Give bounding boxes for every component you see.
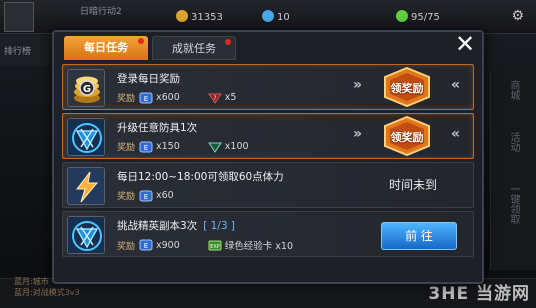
reward-amount: x150 bbox=[156, 141, 180, 152]
svg-text:EXP: EXP bbox=[210, 244, 220, 250]
stamina-value: 95/75 bbox=[411, 12, 440, 23]
svg-text:G: G bbox=[83, 84, 91, 95]
task-title: 升级任意防具1次 bbox=[117, 122, 198, 134]
reward-label: 奖励 bbox=[117, 241, 136, 252]
blue-emblem-icon bbox=[67, 118, 105, 156]
tab-daily-tasks[interactable]: 每日任务 bbox=[64, 36, 148, 60]
time-not-reached-status: 时间未到 bbox=[388, 178, 437, 192]
notification-dot bbox=[138, 38, 144, 44]
chevron-right-icon: » bbox=[353, 77, 363, 93]
claim-reward-button[interactable]: 领奖励 bbox=[381, 115, 433, 157]
diamond-counter: 10 bbox=[262, 10, 290, 23]
svg-text:E: E bbox=[144, 242, 148, 250]
exp-badge-icon: E bbox=[139, 141, 153, 152]
claim-label: 领奖励 bbox=[390, 82, 424, 95]
game-screen: 日暗行动2 31353 10 95/75 ⚙ 排行榜 商城 活动 一键领取 蓝月… bbox=[0, 0, 536, 308]
reward-amount: x600 bbox=[156, 92, 180, 103]
close-icon[interactable]: ✕ bbox=[452, 32, 478, 58]
svg-text:E: E bbox=[144, 95, 148, 103]
reward-label: 奖励 bbox=[117, 143, 136, 153]
chevron-left-icon: « bbox=[451, 126, 461, 142]
reward-amount: x5 bbox=[224, 92, 237, 103]
task-row: 升级任意防具1次 奖励 E x150 x100 » 领奖励 « bbox=[62, 113, 474, 159]
player-name: 日暗行动2 bbox=[80, 7, 122, 17]
task-rewards: 奖励 E x150 x100 bbox=[117, 140, 249, 153]
side-menu: 商城 活动 一键领取 bbox=[490, 70, 536, 270]
task-row: G 登录每日奖励 奖励 E x600 ? x5 » 领奖励 « bbox=[62, 64, 474, 110]
tab-achievement-label: 成就任务 bbox=[172, 42, 216, 55]
stamina-icon bbox=[396, 10, 408, 22]
settings-icon[interactable]: ⚙ bbox=[511, 8, 530, 24]
side-menu-events[interactable]: 活动 bbox=[506, 132, 521, 174]
leaderboard-button[interactable]: 排行榜 bbox=[0, 36, 52, 66]
task-rewards: 奖励 E x600 ? x5 bbox=[117, 91, 236, 104]
task-title: 每日12:00~18:00可领取60点体力 bbox=[117, 171, 284, 183]
task-row: 每日12:00~18:00可领取60点体力 奖励 E x60 时间未到 bbox=[62, 162, 474, 208]
task-rewards: 奖励 E x900 EXP 绿色经验卡 x10 bbox=[117, 238, 293, 252]
notification-dot bbox=[225, 39, 231, 45]
task-title: 挑战精英副本3次 [ 1/3 ] bbox=[117, 218, 235, 233]
stamina-counter: 95/75 bbox=[396, 10, 440, 23]
gold-counter: 31353 bbox=[176, 10, 223, 23]
task-list: G 登录每日奖励 奖励 E x600 ? x5 » 领奖励 « 升级任意防具1次… bbox=[62, 64, 474, 260]
go-button[interactable]: 前 往 bbox=[381, 222, 457, 250]
diamond-value: 10 bbox=[277, 12, 290, 23]
top-hud: 日暗行动2 31353 10 95/75 ⚙ bbox=[0, 0, 536, 34]
claim-reward-button[interactable]: 领奖励 bbox=[381, 66, 433, 108]
svg-text:?: ? bbox=[213, 95, 216, 102]
gold-value: 31353 bbox=[191, 12, 223, 23]
reward-amount: x900 bbox=[156, 239, 180, 251]
task-rewards: 奖励 E x60 bbox=[117, 189, 174, 202]
leaderboard-label: 排行榜 bbox=[4, 47, 32, 57]
tab-achievement-tasks[interactable]: 成就任务 bbox=[152, 36, 236, 60]
task-row: 挑战精英副本3次[ 1/3 ] 奖励 E x900 EXP 绿色经验卡 x10 … bbox=[62, 211, 474, 257]
task-title: 登录每日奖励 bbox=[117, 73, 180, 85]
svg-text:E: E bbox=[144, 144, 148, 152]
reward-amount: x100 bbox=[224, 141, 249, 152]
reward-amount: 绿色经验卡 x10 bbox=[224, 241, 294, 252]
reward-amount: x60 bbox=[156, 190, 174, 201]
task-panel: 每日任务 成就任务 ✕ G 登录每日奖励 奖励 E x600 ? x5 » 领奖… bbox=[52, 30, 484, 284]
svg-text:E: E bbox=[144, 193, 148, 201]
red-question-gem-icon: ? bbox=[207, 93, 222, 104]
exp-badge-icon: E bbox=[139, 92, 153, 103]
task-tabs: 每日任务 成就任务 bbox=[64, 36, 240, 60]
tab-daily-label: 每日任务 bbox=[84, 41, 128, 54]
chevron-right-icon: » bbox=[353, 126, 363, 142]
exp-badge-icon: E bbox=[139, 190, 153, 201]
chevron-left-icon: « bbox=[451, 77, 461, 93]
reward-label: 奖励 bbox=[117, 94, 136, 104]
gold-icon bbox=[176, 10, 188, 22]
blue-emblem-icon bbox=[67, 216, 105, 254]
task-title-text: 挑战精英副本3次 bbox=[117, 220, 198, 232]
gold-coins-icon: G bbox=[67, 69, 105, 107]
claim-label: 领奖励 bbox=[390, 131, 424, 144]
side-menu-shop[interactable]: 商城 bbox=[506, 80, 521, 122]
lightning-icon bbox=[67, 167, 105, 205]
green-gem-icon bbox=[207, 142, 222, 153]
exp-badge-icon: E bbox=[139, 239, 153, 251]
chat-line-2: 蓝月:对战模式3v3 bbox=[14, 288, 80, 297]
reward-label: 奖励 bbox=[117, 192, 136, 202]
diamond-icon bbox=[262, 10, 274, 22]
green-exp-card-icon: EXP bbox=[208, 240, 222, 251]
task-progress: [ 1/3 ] bbox=[203, 220, 235, 232]
side-menu-collect-all[interactable]: 一键领取 bbox=[506, 184, 521, 226]
player-avatar[interactable] bbox=[4, 2, 34, 32]
